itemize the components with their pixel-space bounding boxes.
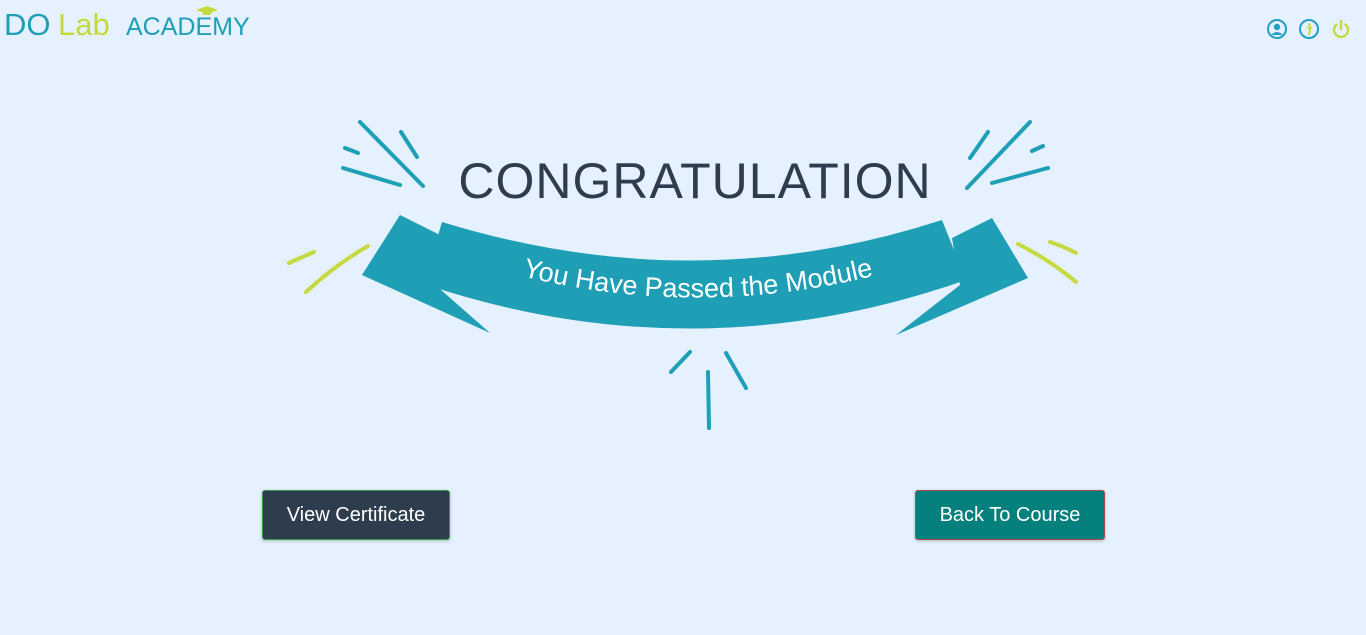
congratulation-heading: CONGRATULATION	[458, 153, 931, 209]
left-accent-swooshes	[287, 244, 370, 294]
info-icon[interactable]	[1298, 18, 1320, 40]
logo-graphic: DO Lab ACADEMY	[4, 6, 250, 42]
logo-lab: Lab	[58, 7, 110, 42]
header-actions	[1266, 18, 1352, 40]
view-certificate-button[interactable]: View Certificate	[262, 490, 450, 540]
bottom-burst-lines	[669, 350, 748, 430]
left-burst-lines	[341, 120, 425, 188]
brand-logo[interactable]: DO Lab ACADEMY	[4, 2, 264, 42]
user-icon[interactable]	[1266, 18, 1288, 40]
logo-do: DO	[4, 7, 51, 42]
congratulation-illustration: CONGRATULATION You Have Passed the Modul…	[287, 120, 1078, 430]
right-burst-lines	[965, 120, 1050, 190]
back-to-course-button[interactable]: Back To Course	[915, 490, 1105, 540]
power-icon[interactable]	[1330, 18, 1352, 40]
logo-academy: ACADEMY	[126, 13, 250, 41]
